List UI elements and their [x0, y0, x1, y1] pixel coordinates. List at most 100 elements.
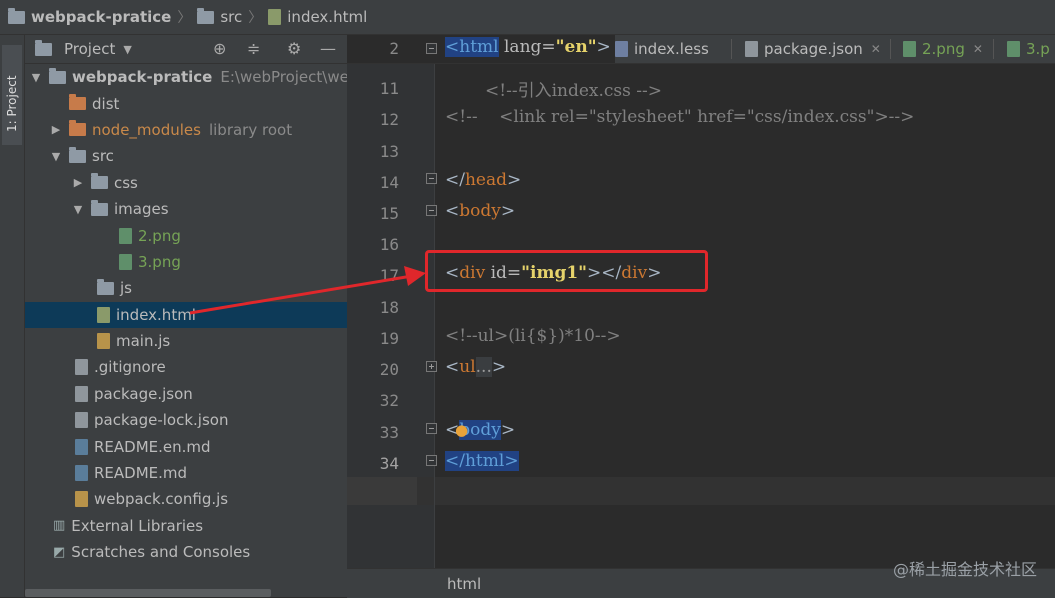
- project-view-selector[interactable]: Project: [64, 40, 115, 58]
- breadcrumb: webpack-pratice 〉 src 〉 index.html: [0, 0, 1055, 35]
- tree-item-js[interactable]: js: [25, 275, 347, 301]
- chevron-down-icon[interactable]: ▼: [71, 203, 85, 216]
- tree-item-package-json[interactable]: package.json: [25, 381, 347, 407]
- folder-icon: [8, 7, 25, 24]
- tab-3-png[interactable]: 3.p: [1007, 35, 1050, 63]
- library-icon: ▥: [53, 518, 66, 534]
- tree-item-external-libraries[interactable]: ▥ External Libraries: [25, 513, 347, 539]
- code-line-11[interactable]: <!--引入index.css -->: [485, 76, 662, 101]
- line-number: 34: [379, 454, 399, 473]
- image-file-icon: [1007, 41, 1020, 57]
- line-number: 16: [379, 235, 399, 254]
- js-file-icon: [75, 491, 88, 508]
- fold-icon[interactable]: [426, 43, 437, 54]
- json-file-icon: [75, 412, 88, 429]
- markdown-file-icon: [75, 465, 88, 482]
- project-folder-icon: [35, 39, 52, 56]
- fold-icon[interactable]: [426, 173, 437, 184]
- hide-icon[interactable]: —: [320, 39, 336, 58]
- fold-icon[interactable]: [426, 205, 437, 216]
- image-file-icon: [119, 253, 132, 270]
- code-line-34[interactable]: </html>: [445, 451, 519, 471]
- tree-item-dist[interactable]: dist: [25, 90, 347, 116]
- line-number: 19: [379, 329, 399, 348]
- excluded-folder-icon: [69, 94, 86, 111]
- image-file-icon: [119, 227, 132, 244]
- tab-2-png[interactable]: 2.png ✕: [903, 35, 983, 63]
- tree-item-src[interactable]: ▼ src: [25, 143, 347, 169]
- line-number: 18: [379, 298, 399, 317]
- code-line-15[interactable]: <body>: [445, 201, 515, 221]
- annotation-highlight-box: [425, 250, 708, 292]
- tree-item-package-lock-json[interactable]: package-lock.json: [25, 407, 347, 433]
- close-icon[interactable]: ✕: [973, 42, 983, 56]
- code-line-14[interactable]: </head>: [445, 170, 521, 190]
- gear-icon[interactable]: ⚙: [287, 39, 301, 58]
- json-file-icon: [745, 41, 758, 57]
- breadcrumb-file[interactable]: index.html: [268, 8, 367, 26]
- line-number: 14: [379, 173, 399, 192]
- collapse-all-icon[interactable]: ≑: [247, 39, 260, 58]
- intention-bulb-icon[interactable]: ●: [455, 421, 468, 439]
- tab-package-json[interactable]: package.json ✕: [745, 35, 881, 63]
- markdown-file-icon: [75, 438, 88, 455]
- code-line-19[interactable]: <!--ul>(li{$})*10-->: [445, 326, 621, 346]
- chevron-down-icon[interactable]: ▼: [123, 43, 131, 56]
- chevron-right-icon[interactable]: ▶: [71, 176, 85, 189]
- breadcrumb-folder[interactable]: src: [197, 7, 242, 26]
- line-number: 11: [379, 79, 399, 98]
- tree-item-scratches[interactable]: ◩ Scratches and Consoles: [25, 539, 347, 565]
- tree-item-webpack-config[interactable]: webpack.config.js: [25, 486, 347, 512]
- line-number: 32: [379, 391, 399, 410]
- tree-item-images[interactable]: ▼ images: [25, 196, 347, 222]
- locate-icon[interactable]: ⊕: [213, 39, 226, 58]
- json-file-icon: [75, 385, 88, 402]
- folder-icon: [49, 67, 66, 84]
- tree-item-main-js[interactable]: main.js: [25, 328, 347, 354]
- watermark: @稀土掘金技术社区: [892, 560, 1037, 579]
- breadcrumb-project[interactable]: webpack-pratice: [8, 7, 171, 26]
- tree-item-node-modules[interactable]: ▶ node_modules library root: [25, 117, 347, 143]
- line-number: 13: [379, 142, 399, 161]
- folder-icon: [97, 278, 114, 295]
- fold-icon[interactable]: [426, 455, 437, 466]
- status-breadcrumb[interactable]: html: [447, 575, 481, 593]
- indent-guide: [434, 63, 435, 568]
- expand-icon[interactable]: [426, 361, 437, 372]
- chevron-down-icon[interactable]: ▼: [49, 150, 63, 163]
- left-tool-strip: 1: Project: [0, 35, 25, 597]
- image-file-icon: [903, 41, 916, 57]
- current-line-highlight: [347, 477, 1055, 505]
- code-line-2[interactable]: <html lang="en">: [445, 37, 611, 57]
- tree-item-index-html[interactable]: index.html: [25, 301, 347, 328]
- chevron-down-icon[interactable]: ▼: [29, 71, 43, 84]
- tree-item-3-png[interactable]: 3.png: [25, 249, 347, 275]
- folder-icon: [69, 146, 86, 163]
- less-file-icon: [615, 41, 628, 57]
- scratches-icon: ◩: [53, 544, 66, 560]
- library-folder-icon: [69, 120, 86, 137]
- chevron-right-icon: 〉: [177, 10, 192, 26]
- line-number: 17: [379, 266, 399, 285]
- tree-item-readme[interactable]: README.md: [25, 460, 347, 486]
- tree-item-readme-en[interactable]: README.en.md: [25, 433, 347, 459]
- tree-item-2-png[interactable]: 2.png: [25, 222, 347, 248]
- tree-item-root[interactable]: ▼ webpack-pratice E:\webProject\web: [25, 64, 358, 90]
- html-file-icon: [97, 306, 110, 323]
- close-icon[interactable]: ✕: [871, 42, 881, 56]
- fold-icon[interactable]: [426, 423, 437, 434]
- code-line-20[interactable]: <ul...>: [445, 357, 506, 377]
- project-tool-tab[interactable]: 1: Project: [2, 45, 22, 145]
- tree-item-gitignore[interactable]: .gitignore: [25, 354, 347, 380]
- tab-index-less[interactable]: index.less: [615, 35, 709, 63]
- js-file-icon: [97, 333, 110, 350]
- editor: index.less package.json ✕ 2.png ✕ 3.p 2 …: [347, 35, 1055, 597]
- horizontal-scrollbar[interactable]: [25, 589, 271, 597]
- tree-item-css[interactable]: ▶ css: [25, 170, 347, 196]
- project-panel: Project ▼ ⊕ ≑ ⚙ — ▼ webpack-pratice E:\w…: [25, 35, 358, 597]
- html-file-icon: [268, 9, 282, 25]
- chevron-right-icon[interactable]: ▶: [49, 123, 63, 136]
- code-line-12[interactable]: <!-- <link rel="stylesheet" href="css/in…: [445, 107, 914, 127]
- line-number: 2: [389, 39, 399, 58]
- line-number: 12: [379, 110, 399, 129]
